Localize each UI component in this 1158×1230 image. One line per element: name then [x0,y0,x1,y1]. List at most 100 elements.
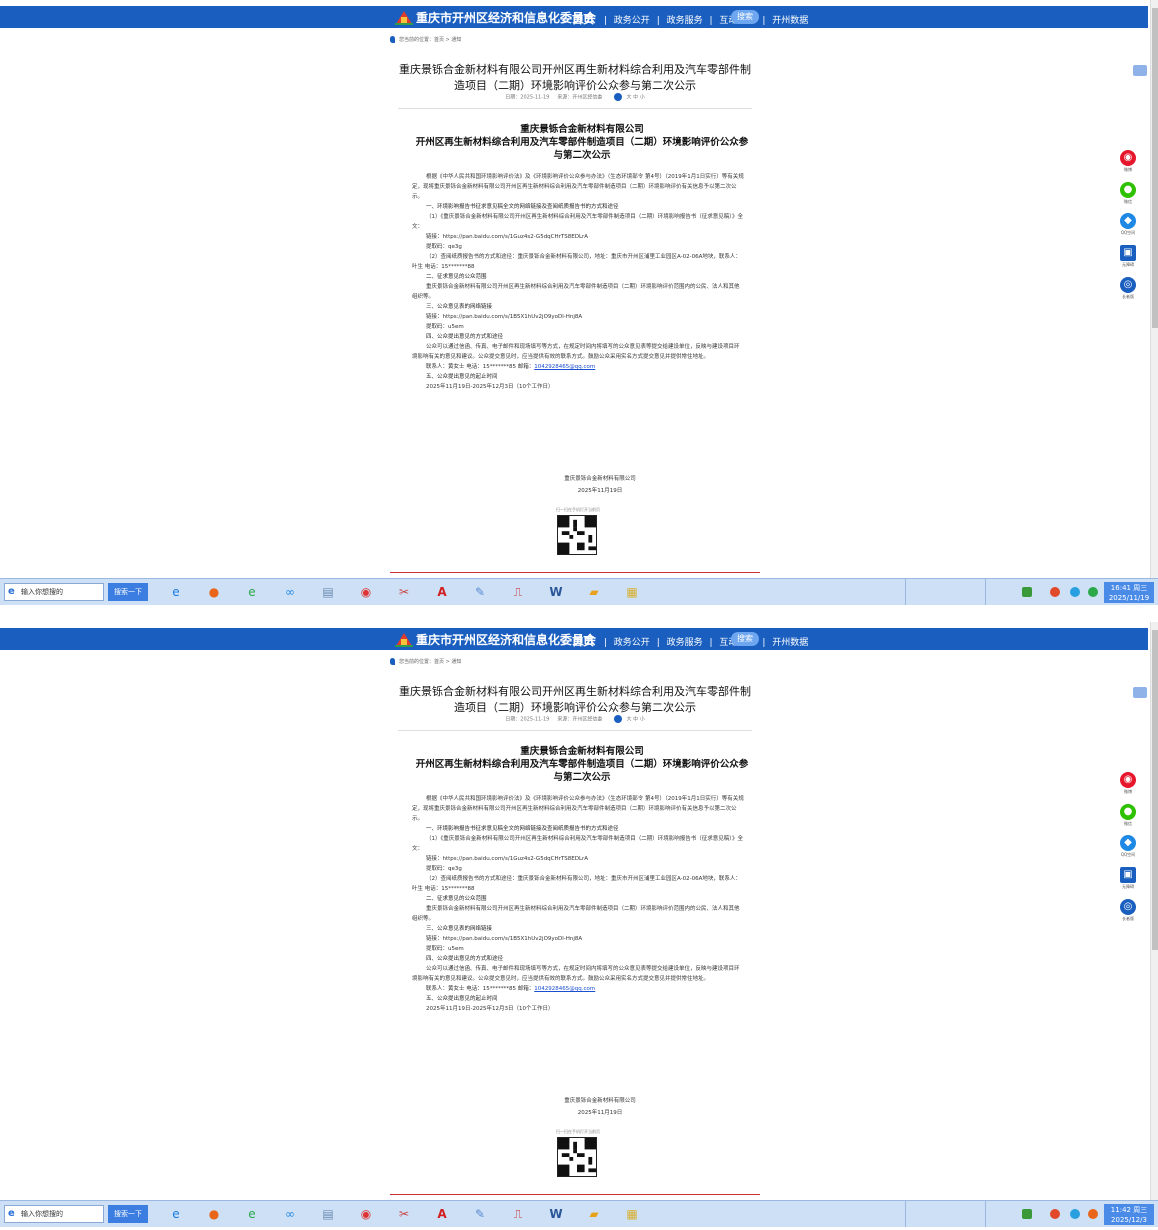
section-heading: 五、公众提出意见的起止时间 [426,374,498,380]
archive-icon[interactable]: ▦ [621,582,643,603]
folder-icon[interactable]: ▰ [583,582,605,603]
contact-text: 联系人：黄女士 电话：15*******85 邮箱： [426,364,535,370]
sign-date: 2025年11月19日 [577,488,623,494]
site-title[interactable]: 重庆市开州区经济和信息化委员会 [416,631,596,648]
network-icon[interactable]: ∞ [279,1204,301,1225]
snipping-tool-icon[interactable]: ✂ [393,1204,415,1225]
page-scrollbar[interactable] [1150,622,1158,1200]
nav-home[interactable]: 首页 [572,13,594,26]
green-browser-icon[interactable]: e [241,582,263,603]
tray-app-icon[interactable] [1050,587,1060,597]
form-link[interactable]: 链接：https://pan.baidu.com/s/1B5X1hUv2jO9y… [412,312,744,322]
nav-sep: | [762,16,766,26]
tray-network-icon[interactable] [1070,587,1080,597]
tray-notification-icon[interactable] [1088,1209,1098,1219]
ie-browser-icon[interactable]: e [165,1204,187,1225]
breadcrumb-text[interactable]: 您当前的位置：首页 > 通知 [399,659,461,665]
scroll-thumb[interactable] [1152,630,1158,950]
nav-gov-service[interactable]: 政务服务 [667,638,703,648]
weibo-icon: ◉ [1120,150,1136,166]
share-qzone[interactable]: ◆ QQ空间 [1114,213,1142,236]
contact-line: 联系人：黄女士 电话：15*******85 邮箱：1042928465@qq.… [412,362,744,372]
system-clock[interactable]: 11:42 周三 2025/12/3 [1104,1204,1154,1225]
folder-icon[interactable]: ▰ [583,1204,605,1225]
notepad-icon[interactable]: ▤ [317,1204,339,1225]
scroll-thumb[interactable] [1152,8,1158,328]
chrome-icon[interactable]: ◉ [355,582,377,603]
main-nav: 首页 | 政务公开 | 政务服务 | 互动交流 | 开州数据 [570,11,810,27]
section-heading: 一、环境影响报告书征求意见稿全文的网络链接及查阅纸质报告书的方式和途径 [426,204,619,210]
site-title[interactable]: 重庆市开州区经济和信息化委员会 [416,9,596,26]
article-title: 重庆景铄合金新材料有限公司开州区再生新材料综合利用及汽车零部件制造项目（二期）环… [399,685,751,714]
report-link[interactable]: 链接：https://pan.baidu.com/s/1Guz4s2-G5dqC… [412,854,744,864]
firefox-icon[interactable]: ● [203,582,225,603]
period-text: 2025年11月19日-2025年12月3日（10个工作日） [426,384,554,390]
floating-toggle-button[interactable] [1133,687,1147,698]
taskbar-search-input[interactable]: e 输入你想搜的 [4,1205,104,1223]
pdf-icon[interactable]: ⎍ [507,582,529,603]
elder-mode-button[interactable]: ◎ 长者版 [1114,277,1142,300]
footer-divider [390,1194,760,1195]
snipping-tool-icon[interactable]: ✂ [393,582,415,603]
section-heading: 二、征求意见的公众范围 [426,896,487,902]
breadcrumb: 您当前的位置：首页 > 通知 [390,658,461,665]
archive-icon[interactable]: ▦ [621,1204,643,1225]
font-size-switch[interactable]: 大 中 小 [627,95,645,101]
tray-network-icon[interactable] [1070,1209,1080,1219]
report-link[interactable]: 链接：https://pan.baidu.com/s/1Guz4s2-G5dqC… [412,232,744,242]
green-browser-icon[interactable]: e [241,1204,263,1225]
tray-wechat-icon[interactable] [1088,587,1098,597]
pdf-icon[interactable]: ⎍ [507,1204,529,1225]
word-icon[interactable]: W [545,582,567,603]
battery-icon[interactable] [1022,587,1032,597]
nav-data[interactable]: 开州数据 [772,16,808,26]
word-icon[interactable]: W [545,1204,567,1225]
taskbar-search-button[interactable]: 搜索一下 [108,583,148,601]
acrobat-icon[interactable]: A [431,582,453,603]
share-wechat[interactable]: ● 微信 [1114,182,1142,205]
header-search-button[interactable]: 搜索 [731,632,759,646]
document-company: 重庆景铄合金新材料有限公司 [520,124,644,135]
form-link[interactable]: 链接：https://pan.baidu.com/s/1B5X1hUv2jO9y… [412,934,744,944]
system-clock[interactable]: 16:41 周三 2025/11/19 [1104,582,1154,603]
read-aloud-button[interactable]: ▣ 无障碍 [1114,867,1142,890]
pen-tool-icon[interactable]: ✎ [469,582,491,603]
breadcrumb-text[interactable]: 您当前的位置：首页 > 通知 [399,37,461,43]
elder-mode-button[interactable]: ◎ 长者版 [1114,899,1142,922]
nav-sep: | [656,16,660,26]
screenshot-1: 重庆市开州区经济和信息化委员会 首页 | 政务公开 | 政务服务 | 互动交流 … [0,0,1158,605]
ie-browser-icon[interactable]: e [165,582,187,603]
share-weibo[interactable]: ◉ 微博 [1114,772,1142,795]
battery-icon[interactable] [1022,1209,1032,1219]
share-wechat[interactable]: ● 微信 [1114,804,1142,827]
nav-gov-service[interactable]: 政务服务 [667,16,703,26]
nav-gov-open[interactable]: 政务公开 [614,638,650,648]
notepad-icon[interactable]: ▤ [317,582,339,603]
elder-mode-icon: ◎ [1120,277,1136,293]
pen-tool-icon[interactable]: ✎ [469,1204,491,1225]
taskbar-search-button[interactable]: 搜索一下 [108,1205,148,1223]
network-icon[interactable]: ∞ [279,582,301,603]
read-aloud-button[interactable]: ▣ 无障碍 [1114,245,1142,268]
nav-home[interactable]: 首页 [572,635,594,648]
tray-app-icon[interactable] [1050,1209,1060,1219]
share-weibo[interactable]: ◉ 微博 [1114,150,1142,173]
nav-data[interactable]: 开州数据 [772,638,808,648]
email-link[interactable]: 1042928465@qq.com [534,364,595,370]
signature-block: 重庆景铄合金新材料有限公司 2025年11月19日 [550,1095,650,1119]
nav-gov-open[interactable]: 政务公开 [614,16,650,26]
share-qzone[interactable]: ◆ QQ空间 [1114,835,1142,858]
taskbar-divider [985,579,986,605]
header-search-button[interactable]: 搜索 [731,10,759,24]
floating-toggle-button[interactable] [1133,65,1147,76]
taskbar-search-input[interactable]: e 输入你想搜的 [4,583,104,601]
page-scrollbar[interactable] [1150,0,1158,578]
extraction-code: 提取码：u5em [426,324,464,330]
acrobat-icon[interactable]: A [431,1204,453,1225]
nav-sep: | [603,638,607,648]
firefox-icon[interactable]: ● [203,1204,225,1225]
email-link[interactable]: 1042928465@qq.com [534,986,595,992]
qr-label: 扫一扫在手机打开当前页 [556,507,600,512]
chrome-icon[interactable]: ◉ [355,1204,377,1225]
font-size-switch[interactable]: 大 中 小 [627,717,645,723]
